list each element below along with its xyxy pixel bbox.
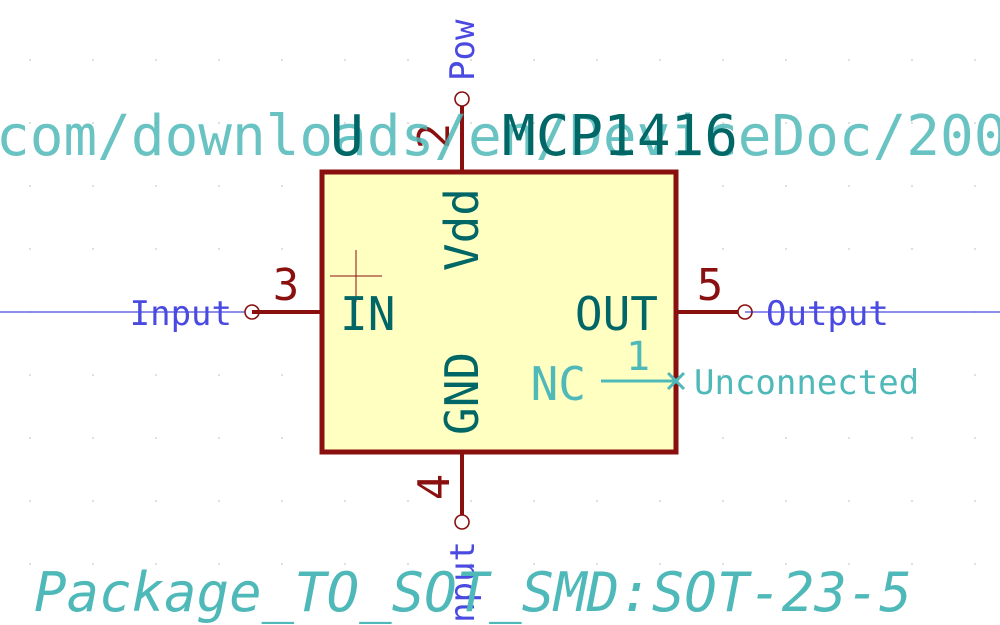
- pin-name-vdd: Vdd: [435, 188, 489, 271]
- grid-dot: [407, 59, 409, 61]
- grid-dot: [785, 248, 787, 250]
- grid-dot: [29, 248, 31, 250]
- grid-dot: [155, 185, 157, 187]
- grid-dot: [722, 185, 724, 187]
- grid-dot: [848, 248, 850, 250]
- net-label-unconnected[interactable]: Unconnected: [694, 363, 919, 403]
- component-value[interactable]: MCP1416: [502, 104, 738, 169]
- grid-dot: [218, 437, 220, 439]
- grid-dot: [659, 500, 661, 502]
- grid-dot: [29, 437, 31, 439]
- reference-designator[interactable]: U: [330, 104, 364, 169]
- grid-dot: [722, 248, 724, 250]
- grid-dot: [92, 59, 94, 61]
- grid-dot: [218, 59, 220, 61]
- grid-dot: [155, 374, 157, 376]
- grid-dot: [974, 185, 976, 187]
- net-label-output[interactable]: Output: [766, 294, 889, 334]
- grid-dot: [344, 59, 346, 61]
- grid-dot: [596, 500, 598, 502]
- grid-dot: [722, 500, 724, 502]
- grid-dot: [344, 500, 346, 502]
- grid-dot: [92, 437, 94, 439]
- grid-dot: [974, 59, 976, 61]
- grid-dot: [533, 59, 535, 61]
- grid-dot: [848, 59, 850, 61]
- grid-dot: [911, 59, 913, 61]
- pin-name-gnd: GND: [435, 352, 489, 435]
- grid-dot: [596, 59, 598, 61]
- grid-dot: [722, 59, 724, 61]
- grid-dot: [911, 248, 913, 250]
- grid-dot: [533, 500, 535, 502]
- grid-dot: [281, 500, 283, 502]
- grid-dot: [974, 374, 976, 376]
- grid-dot: [92, 500, 94, 502]
- pin-5-number: 5: [697, 260, 724, 311]
- grid-dot: [974, 437, 976, 439]
- grid-dot: [92, 374, 94, 376]
- grid-dot: [848, 500, 850, 502]
- grid-dot: [911, 437, 913, 439]
- grid-dot: [92, 248, 94, 250]
- pin-name-nc: NC: [531, 357, 586, 411]
- pin-4-connection-circle[interactable]: [454, 514, 470, 530]
- grid-dot: [281, 248, 283, 250]
- grid-dot: [911, 185, 913, 187]
- grid-dot: [29, 374, 31, 376]
- pin-name-in: IN: [340, 287, 395, 341]
- grid-dot: [659, 59, 661, 61]
- grid-dot: [29, 59, 31, 61]
- grid-dot: [155, 500, 157, 502]
- grid-dot: [911, 500, 913, 502]
- schematic-canvas[interactable]: 3 5 1 2 4 IN OUT NC Vdd GND Input Output…: [0, 0, 1000, 625]
- grid-dot: [785, 437, 787, 439]
- grid-dot: [785, 500, 787, 502]
- datasheet-field[interactable]: com/downloads/en/DeviceDoc/20002: [0, 104, 1000, 169]
- grid-dot: [29, 500, 31, 502]
- grid-dot: [281, 374, 283, 376]
- grid-dot: [155, 248, 157, 250]
- grid-dot: [218, 185, 220, 187]
- grid-dot: [155, 59, 157, 61]
- grid-dot: [974, 248, 976, 250]
- grid-dot: [218, 248, 220, 250]
- grid-dot: [218, 374, 220, 376]
- grid-dot: [974, 500, 976, 502]
- grid-dot: [218, 500, 220, 502]
- grid-dot: [785, 185, 787, 187]
- net-label-input[interactable]: Input: [130, 294, 232, 334]
- grid-dot: [974, 563, 976, 565]
- grid-dot: [29, 185, 31, 187]
- pin-name-out: OUT: [575, 287, 658, 341]
- grid-dot: [722, 437, 724, 439]
- grid-dot: [848, 185, 850, 187]
- grid-dot: [281, 59, 283, 61]
- grid-dot: [785, 59, 787, 61]
- grid-dot: [155, 437, 157, 439]
- grid-dot: [848, 437, 850, 439]
- pin-3-number: 3: [273, 260, 300, 311]
- grid-dot: [92, 185, 94, 187]
- footprint-field[interactable]: Package_TO_SOT_SMD:SOT-23-5: [34, 561, 912, 624]
- grid-dot: [281, 437, 283, 439]
- grid-dot: [29, 563, 31, 565]
- grid-dot: [470, 500, 472, 502]
- pin-4-number: 4: [409, 474, 460, 501]
- net-label-power[interactable]: Pow: [443, 19, 483, 81]
- grid-dot: [281, 185, 283, 187]
